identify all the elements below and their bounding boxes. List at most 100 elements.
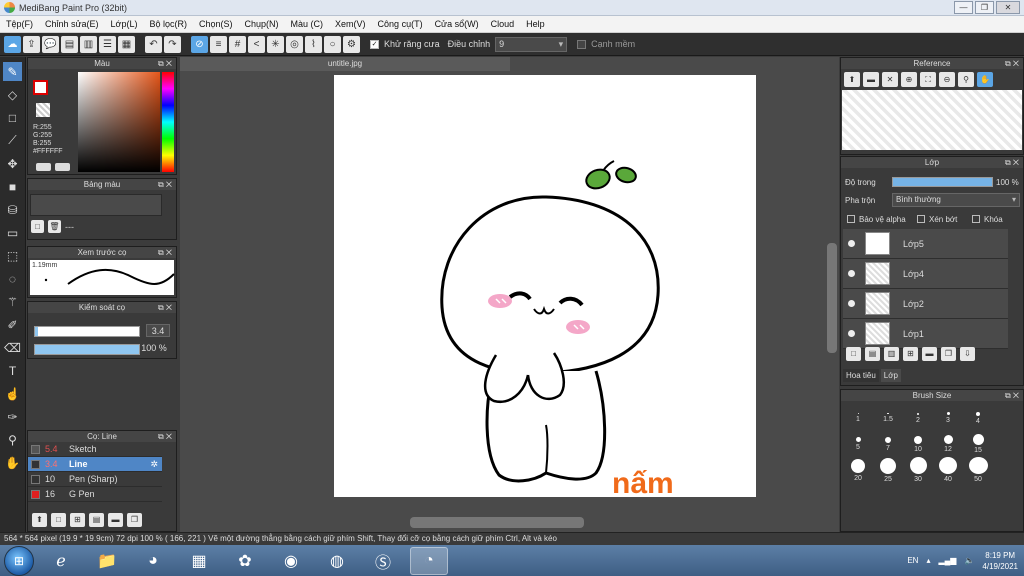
snap-parallel-icon[interactable]: ≡: [210, 35, 227, 53]
brush-item[interactable]: 10 Pen (Sharp): [28, 472, 162, 487]
delete-palette-icon[interactable]: 🗑: [48, 220, 61, 233]
brush-size-option[interactable]: 15: [963, 431, 993, 457]
snap-curve-icon[interactable]: ⌇: [305, 35, 322, 53]
brush-settings-icon[interactable]: ✲: [150, 459, 158, 470]
app-icon[interactable]: ◕: [134, 547, 172, 575]
panel-close-icon[interactable]: ⧉ ✕: [1005, 390, 1019, 401]
foreground-color-swatch[interactable]: [33, 80, 48, 95]
tab-navigator[interactable]: Hoa tiêu: [843, 369, 879, 382]
eyedropper-icon[interactable]: ⚲: [958, 72, 974, 87]
minimize-button[interactable]: —: [954, 1, 973, 14]
brush-duplicate-icon[interactable]: ❐: [127, 513, 142, 527]
add-layer-menu-icon[interactable]: ⊞: [903, 347, 918, 361]
reference-view[interactable]: [842, 90, 1022, 150]
lasso-tool-icon[interactable]: ◌: [3, 269, 22, 288]
grid-icon[interactable]: ▦: [118, 35, 135, 53]
menu-view[interactable]: Xem(V): [329, 19, 372, 29]
brush-item[interactable]: 5.4 Sketch: [28, 442, 162, 457]
new-layer-icon[interactable]: □: [846, 347, 861, 361]
reference-upload-icon[interactable]: ⬆: [844, 72, 860, 87]
volume-icon[interactable]: 🔈: [964, 556, 974, 565]
brush-size-option[interactable]: 1.5: [873, 405, 903, 431]
menu-file[interactable]: Tệp(F): [0, 19, 39, 29]
menu-select[interactable]: Chọn(S): [193, 19, 239, 29]
network-icon[interactable]: ▂▄▆: [938, 556, 956, 565]
brush-size-option[interactable]: 4: [963, 405, 993, 431]
move-tool-icon[interactable]: ✥: [3, 154, 22, 173]
protect-alpha-checkbox[interactable]: [847, 215, 855, 223]
brush-download-icon[interactable]: ⬆: [32, 513, 47, 527]
panel-close-icon[interactable]: ⧉ ✕: [158, 431, 172, 442]
correction-select[interactable]: 9: [495, 36, 568, 52]
panel-close-icon[interactable]: ⧉ ✕: [1005, 58, 1019, 69]
saturation-value-picker[interactable]: [78, 72, 160, 172]
layer-opacity-slider[interactable]: [892, 177, 993, 187]
medibang-icon[interactable]: ◔: [410, 546, 448, 575]
eyedropper-tool-icon[interactable]: ⚲: [3, 430, 22, 449]
new-halftone-layer-icon[interactable]: ▤: [865, 347, 880, 361]
panel-close-icon[interactable]: ⧉ ✕: [158, 179, 172, 190]
tray-chevron-icon[interactable]: ▴: [926, 556, 930, 565]
brush-size-option[interactable]: 10: [903, 431, 933, 457]
panel-close-icon[interactable]: ⧉ ✕: [158, 247, 172, 258]
paint-icon[interactable]: ▦: [180, 547, 218, 575]
zoom-in-icon[interactable]: ⊕: [901, 72, 917, 87]
bucket-tool-icon[interactable]: ⛁: [3, 200, 22, 219]
brush-size-option[interactable]: 5: [843, 431, 873, 457]
brush-copy-icon[interactable]: ▤: [89, 513, 104, 527]
hand-icon[interactable]: ✋: [977, 72, 993, 87]
duplicate-layer-icon[interactable]: ❐: [941, 347, 956, 361]
page-icon[interactable]: ▥: [80, 35, 97, 53]
cloud-icon[interactable]: ☁: [4, 35, 21, 53]
brush-size-option[interactable]: 3: [933, 405, 963, 431]
menu-edit[interactable]: Chỉnh sửa(E): [39, 19, 105, 29]
text-tool-icon[interactable]: T: [3, 361, 22, 380]
brush-size-value[interactable]: 3.4: [146, 324, 170, 337]
rect-tool-icon[interactable]: □: [3, 108, 22, 127]
operation-tool-icon[interactable]: ☝: [3, 384, 22, 403]
color-mode-button-2[interactable]: [55, 163, 70, 171]
tab-layer[interactable]: Lớp: [880, 369, 901, 382]
hand-tool-icon[interactable]: ✋: [3, 453, 22, 472]
color-mode-button-1[interactable]: [36, 163, 51, 171]
zoom-out-icon[interactable]: ⊖: [939, 72, 955, 87]
dot-tool-icon[interactable]: ⟋: [3, 131, 22, 150]
menu-tools[interactable]: Công cụ(T): [372, 19, 429, 29]
internet-explorer-icon[interactable]: ℯ: [42, 547, 80, 575]
brush-item-selected[interactable]: 3.4 Line ✲: [28, 457, 162, 472]
redo-icon[interactable]: ↷: [164, 35, 181, 53]
start-button[interactable]: ⊞: [4, 545, 34, 576]
snap-circle-icon[interactable]: ◎: [286, 35, 303, 53]
menu-color[interactable]: Màu (C): [285, 19, 330, 29]
brush-size-option[interactable]: 2: [903, 405, 933, 431]
drawing-canvas[interactable]: nấm: [334, 75, 756, 500]
document-icon[interactable]: ▤: [61, 35, 78, 53]
canvas-tab[interactable]: untitle.jpg: [180, 57, 510, 71]
brush-add-icon[interactable]: ⊞: [70, 513, 85, 527]
brush-size-option[interactable]: 25: [873, 457, 903, 483]
divide-tool-icon[interactable]: ✑: [3, 407, 22, 426]
menu-cloud[interactable]: Cloud: [485, 19, 521, 29]
eraser-tool-icon[interactable]: ◇: [3, 85, 22, 104]
reference-folder-icon[interactable]: ▬: [863, 72, 879, 87]
menu-layer[interactable]: Lớp(L): [105, 19, 144, 29]
clip-checkbox[interactable]: [917, 215, 925, 223]
horizontal-scrollbar[interactable]: [410, 517, 584, 528]
brush-size-option[interactable]: 50: [963, 457, 993, 483]
brush-size-option[interactable]: 7: [873, 431, 903, 457]
browser-icon[interactable]: ◍: [318, 547, 356, 575]
snap-ellipse-icon[interactable]: ○: [324, 35, 341, 53]
language-indicator[interactable]: EN: [907, 556, 918, 565]
fill-rect-tool-icon[interactable]: ■: [3, 177, 22, 196]
brush-new-icon[interactable]: □: [51, 513, 66, 527]
transparent-swatch[interactable]: [36, 103, 50, 117]
select-pen-tool-icon[interactable]: ✐: [3, 315, 22, 334]
close-button[interactable]: ✕: [996, 1, 1020, 14]
reference-close-icon[interactable]: ✕: [882, 72, 898, 87]
menu-window[interactable]: Cửa sổ(W): [429, 19, 485, 29]
brush-size-option[interactable]: 40: [933, 457, 963, 483]
clock[interactable]: 8:19 PM 4/19/2021: [982, 550, 1018, 572]
palette-area[interactable]: [30, 194, 162, 216]
chrome-icon[interactable]: ◉: [272, 547, 310, 575]
brush-size-option[interactable]: 30: [903, 457, 933, 483]
